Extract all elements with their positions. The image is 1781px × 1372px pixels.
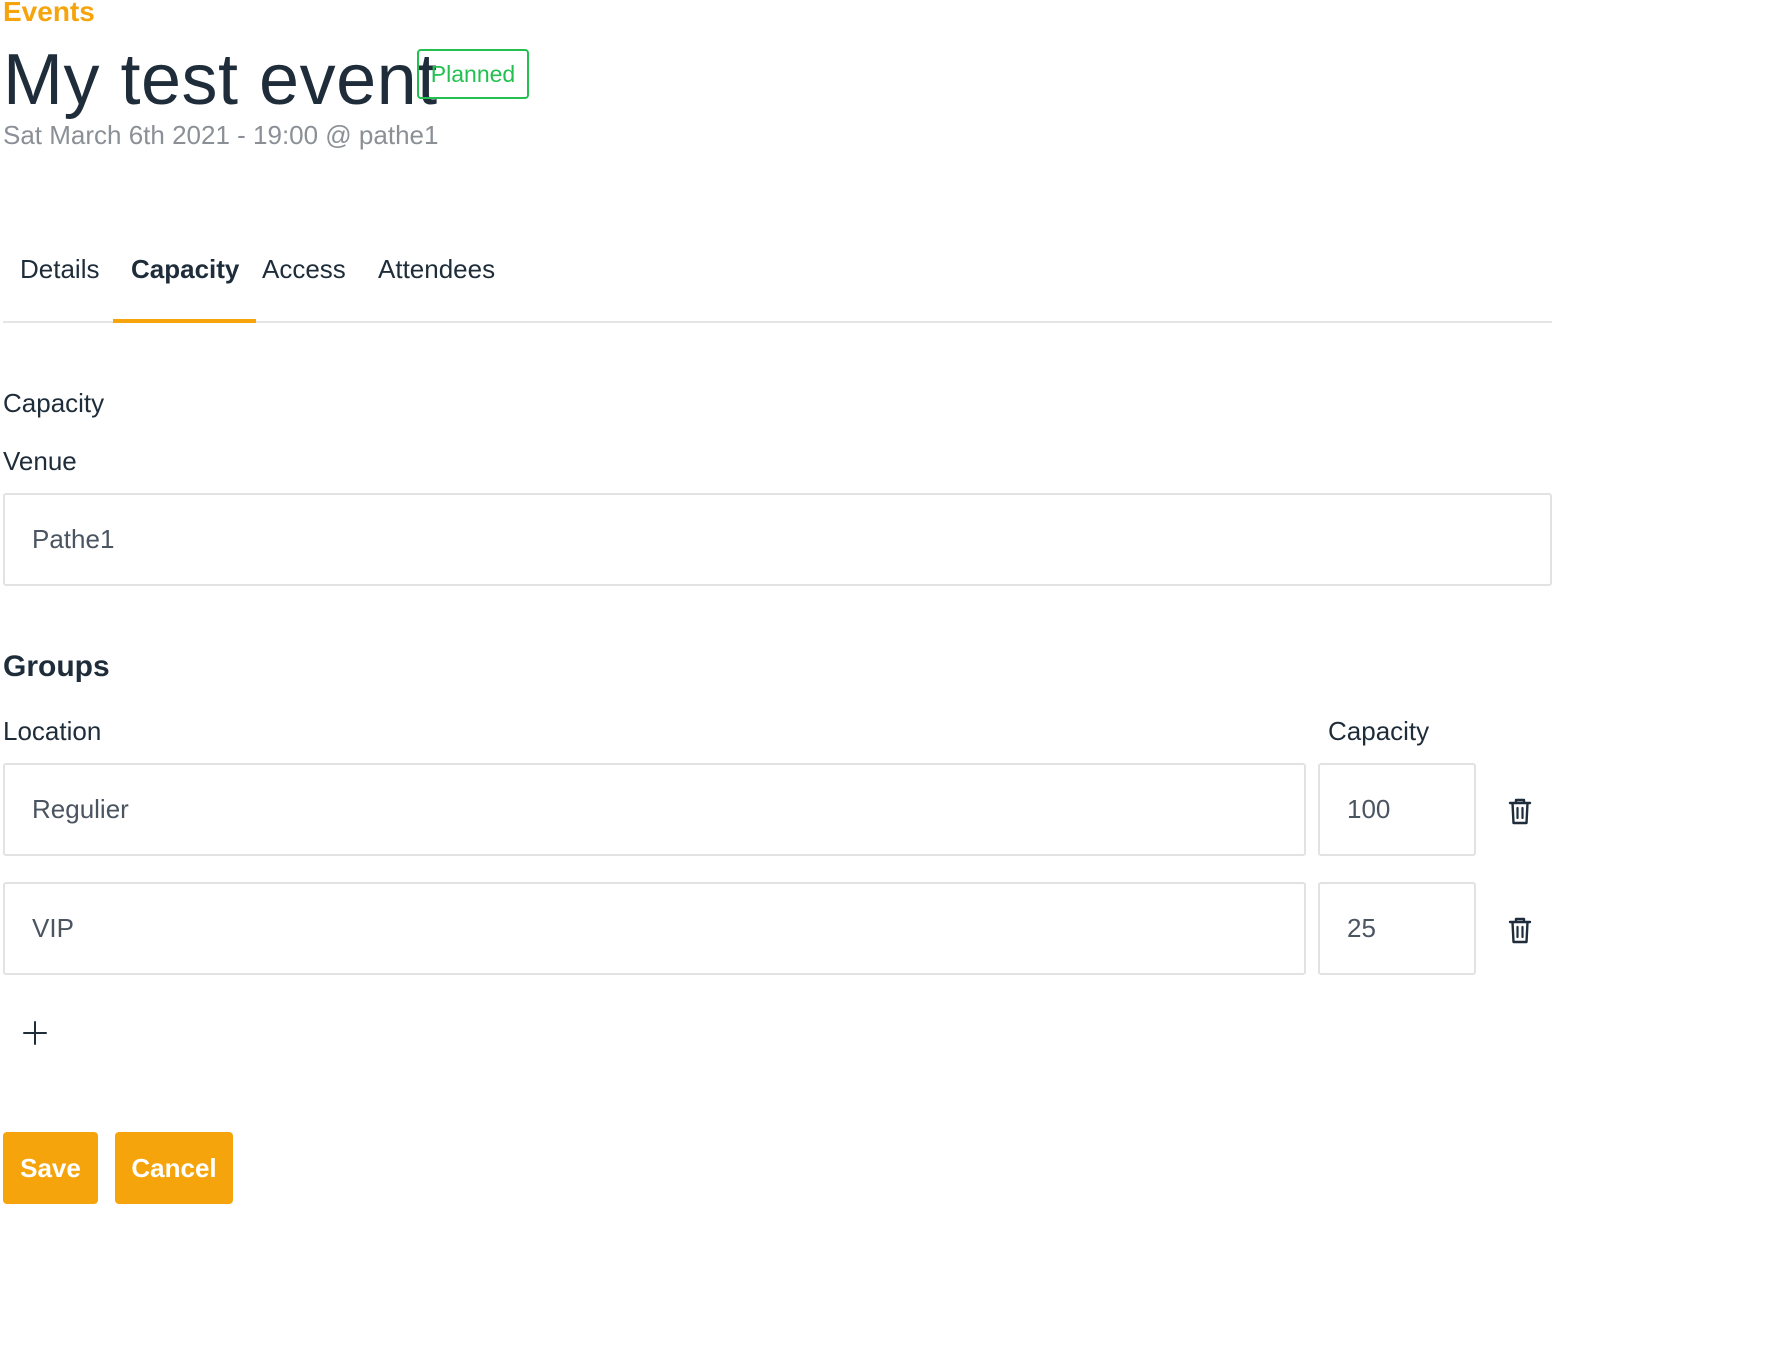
save-button[interactable]: Save: [3, 1132, 98, 1204]
cancel-button[interactable]: Cancel: [115, 1132, 233, 1204]
venue-label: Venue: [3, 446, 77, 476]
tab-capacity[interactable]: Capacity: [113, 240, 257, 323]
venue-field[interactable]: [3, 493, 1552, 586]
capacity-heading: Capacity: [3, 388, 105, 418]
tab-access[interactable]: Access: [244, 240, 363, 321]
groups-title: Groups: [3, 650, 110, 683]
group-location-field[interactable]: [3, 763, 1306, 856]
tab-details[interactable]: Details: [3, 240, 116, 321]
location-column-header: Location: [3, 716, 102, 746]
plus-icon[interactable]: [20, 1018, 50, 1048]
status-badge: Planned: [417, 49, 529, 99]
group-capacity-field[interactable]: [1318, 763, 1476, 856]
group-location-field[interactable]: [3, 882, 1306, 975]
group-capacity-field[interactable]: [1318, 882, 1476, 975]
tab-attendees[interactable]: Attendees: [360, 240, 512, 321]
trash-icon[interactable]: [1506, 796, 1534, 826]
tab-bar: Details Capacity Access Attendees: [3, 240, 1552, 323]
page-title: My test event: [3, 40, 438, 120]
capacity-column-header: Capacity: [1328, 716, 1430, 746]
trash-icon[interactable]: [1506, 915, 1534, 945]
breadcrumb[interactable]: Events: [3, 0, 95, 28]
event-meta: Sat March 6th 2021 - 19:00 @ pathe1: [3, 120, 439, 150]
